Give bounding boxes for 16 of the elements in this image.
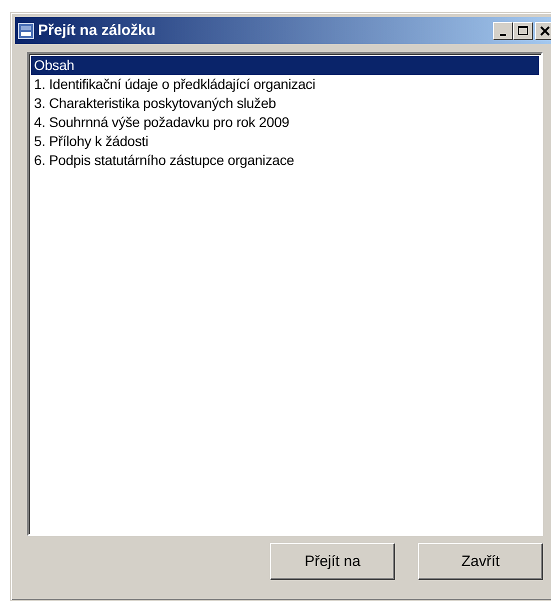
list-item[interactable]: 3. Charakteristika poskytovaných služeb bbox=[31, 94, 539, 113]
maximize-icon bbox=[518, 26, 528, 36]
close-button[interactable] bbox=[535, 22, 551, 40]
minimize-button[interactable] bbox=[493, 22, 513, 40]
maximize-button[interactable] bbox=[513, 22, 533, 40]
list-item[interactable]: 5. Přílohy k žádosti bbox=[31, 132, 539, 151]
list-item[interactable]: Obsah bbox=[31, 56, 539, 75]
window-title: Přejít na záložku bbox=[38, 22, 157, 39]
close-dialog-button[interactable]: Zavřít bbox=[418, 543, 543, 580]
go-to-button[interactable]: Přejít na bbox=[270, 543, 395, 580]
list-item[interactable]: 1. Identifikační údaje o předkládající organizaci bbox=[31, 75, 539, 94]
minimize-icon bbox=[500, 34, 506, 36]
list-item[interactable]: 4. Souhrnná výše požadavku pro rok 2009 bbox=[31, 113, 539, 132]
app-icon bbox=[18, 22, 34, 38]
close-icon bbox=[540, 26, 550, 36]
list-item[interactable]: 6. Podpis statutárního zástupce organizace bbox=[31, 151, 539, 170]
